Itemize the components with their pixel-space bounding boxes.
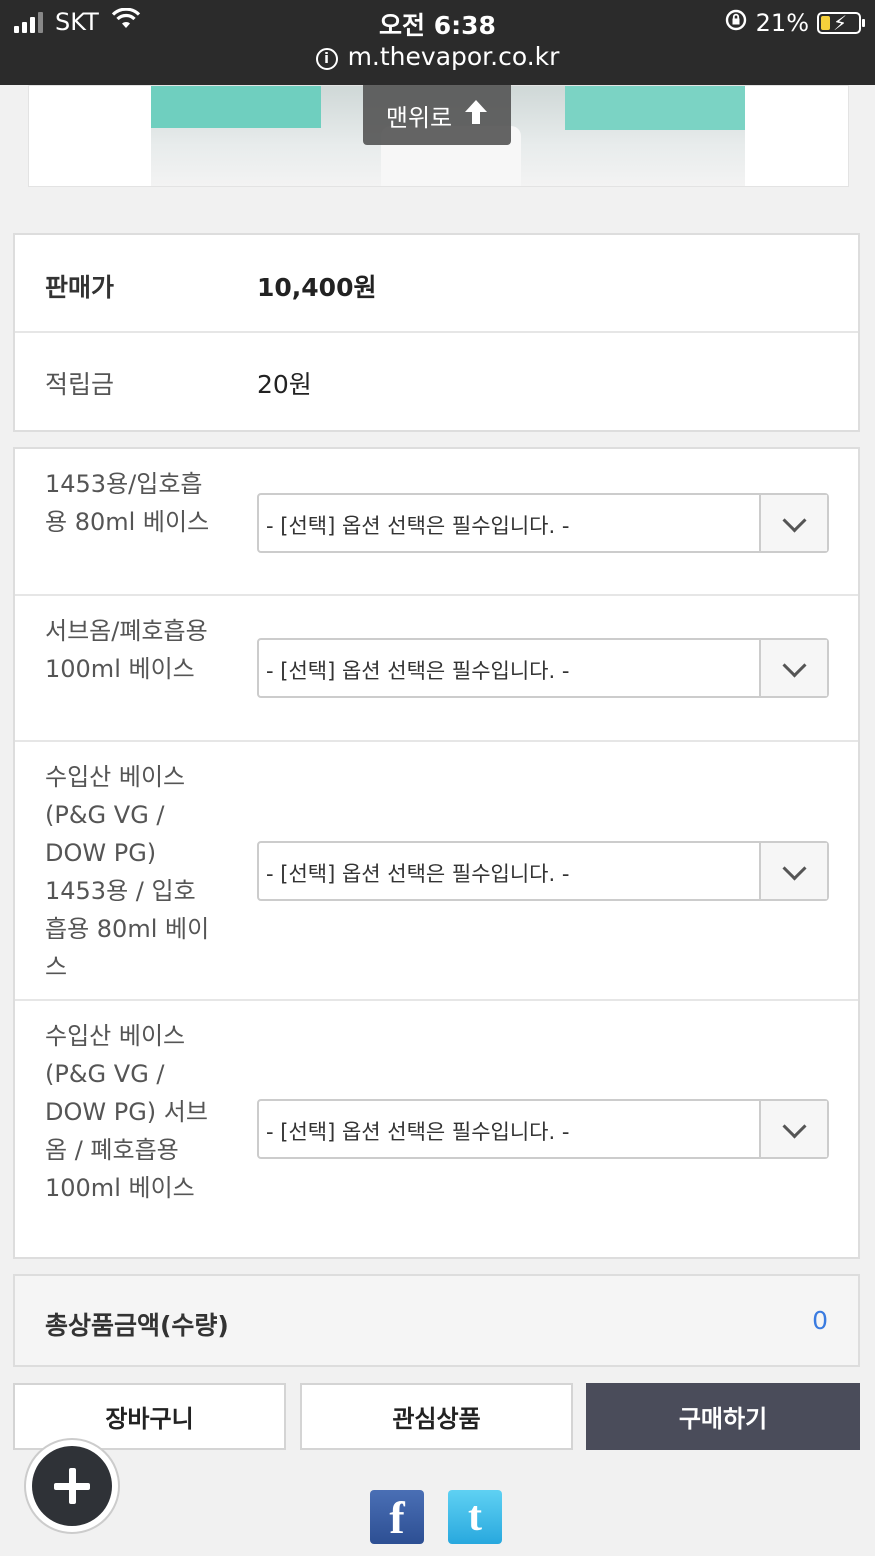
points-value: 20원 [257,370,312,399]
scroll-top-button[interactable]: 맨위로 [363,85,511,145]
status-bar: SKT 오전 6:38 21% ⚡ i m.thevapor.co.kr [0,0,875,85]
option-select-value: - [선택] 옵션 선택은 필수입니다. - [266,1120,570,1144]
battery-percent: 21% [755,9,809,37]
chevron-down-icon[interactable] [759,843,827,899]
buy-button[interactable]: 구매하기 [586,1383,860,1450]
option-table: 1453용/입호흡용 80ml 베이스 - [선택] 옵션 선택은 필수입니다.… [13,447,860,1259]
points-label: 적립금 [45,370,115,399]
option-select-value: - [선택] 옵션 선택은 필수입니다. - [266,514,570,538]
option-select-value: - [선택] 옵션 선택은 필수입니다. - [266,862,570,886]
battery-icon: ⚡ [817,11,865,35]
price-table: 판매가 10,400원 적립금 20원 [13,233,860,432]
option-select-value: - [선택] 옵션 선택은 필수입니다. - [266,659,570,683]
option-label: 수입산 베이스 (P&G VG / DOW PG) 서브옴 / 폐호흡용 100… [45,1022,208,1202]
points-row: 적립금 20원 [15,333,858,430]
option-label: 1453용/입호흡용 80ml 베이스 [45,470,210,536]
twitter-icon[interactable]: t [448,1490,502,1544]
sale-price-label: 판매가 [45,273,115,302]
option-select[interactable]: - [선택] 옵션 선택은 필수입니다. - [257,1099,829,1159]
url-text: m.thevapor.co.kr [347,42,560,71]
arrow-up-icon [464,99,488,131]
option-select[interactable]: - [선택] 옵션 선택은 필수입니다. - [257,841,829,901]
total-value: 0 [812,1306,828,1335]
photo-box-left [151,86,321,128]
option-row: 수입산 베이스 (P&G VG / DOW PG) 1453용 / 입호흡용 8… [15,742,858,1001]
option-label: 서브옴/폐호흡용 100ml 베이스 [45,617,208,683]
cart-button[interactable]: 장바구니 [13,1383,286,1450]
option-row: 수입산 베이스 (P&G VG / DOW PG) 서브옴 / 폐호흡용 100… [15,1001,858,1257]
option-row: 서브옴/폐호흡용 100ml 베이스 - [선택] 옵션 선택은 필수입니다. … [15,596,858,742]
option-select[interactable]: - [선택] 옵션 선택은 필수입니다. - [257,493,829,553]
scroll-top-label: 맨위로 [385,103,453,132]
chevron-down-icon[interactable] [759,1101,827,1157]
photo-box-right [565,86,745,130]
sale-price-row: 판매가 10,400원 [15,235,858,333]
wishlist-button[interactable]: 관심상품 [300,1383,573,1450]
chevron-down-icon[interactable] [759,640,827,696]
status-right: 21% ⚡ [724,8,865,38]
rotation-lock-icon [724,8,748,38]
facebook-icon[interactable]: f [370,1490,424,1544]
info-icon[interactable]: i [315,48,338,70]
sale-price-value: 10,400원 [257,273,377,302]
chevron-down-icon[interactable] [759,495,827,551]
option-row: 1453용/입호흡용 80ml 베이스 - [선택] 옵션 선택은 필수입니다.… [15,449,858,596]
option-select[interactable]: - [선택] 옵션 선택은 필수입니다. - [257,638,829,698]
option-label: 수입산 베이스 (P&G VG / DOW PG) 1453용 / 입호흡용 8… [45,763,210,981]
url-bar[interactable]: i m.thevapor.co.kr [0,42,875,71]
plus-icon [32,1446,112,1526]
total-label: 총상품금액(수량) [45,1311,229,1340]
total-row: 총상품금액(수량) 0 [13,1274,860,1367]
plus-fab-button[interactable] [24,1438,120,1534]
